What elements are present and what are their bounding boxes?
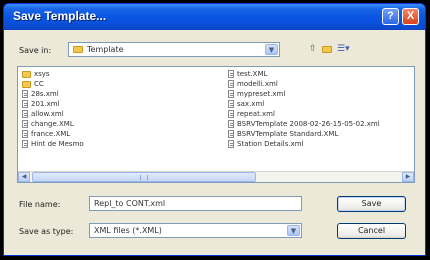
list-item[interactable]: test.XML — [228, 69, 380, 79]
chevron-down-icon[interactable]: ▼ — [265, 44, 278, 55]
xml-file-icon — [22, 110, 28, 118]
save-in-select[interactable]: Template ▼ — [68, 42, 280, 57]
list-item-label: Station Details.xml — [237, 140, 304, 148]
xml-file-icon — [22, 140, 28, 148]
save-in-label: Save in: — [19, 46, 52, 55]
save-button[interactable]: Save — [337, 196, 406, 212]
xml-file-icon — [228, 80, 234, 88]
window-title: Save Template... — [13, 9, 107, 23]
file-list-column-left: xsys CC 28s.xml 201.xml allow.xml change.XML f… — [22, 69, 84, 149]
list-item[interactable]: Station Details.xml — [228, 139, 380, 149]
file-name-input[interactable]: Repl_to CONT.xml — [89, 196, 302, 211]
list-item[interactable]: CC — [22, 79, 84, 89]
list-item[interactable]: sax.xml — [228, 99, 380, 109]
scroll-right-icon[interactable]: ▶ — [402, 172, 414, 182]
list-item-label: repeat.xml — [237, 110, 275, 118]
list-item-label: CC — [34, 80, 44, 88]
list-item[interactable]: xsys — [22, 69, 84, 79]
list-item-label: 201.xml — [31, 100, 60, 108]
list-item-label: BSRVTemplate 2008-02-26-15-05-02.xml — [237, 120, 380, 128]
list-item[interactable]: Hint de Mesmo — [22, 139, 84, 149]
xml-file-icon — [22, 130, 28, 138]
list-item-label: france.XML — [31, 130, 71, 138]
xml-file-icon — [228, 110, 234, 118]
xml-file-icon — [22, 120, 28, 128]
save-as-type-value: XML files (*.XML) — [94, 226, 162, 235]
close-button[interactable]: X — [402, 8, 419, 25]
list-item-label: BSRVTemplate Standard.XML — [237, 130, 339, 138]
save-in-value: Template — [73, 45, 124, 54]
xml-file-icon — [22, 90, 28, 98]
list-item[interactable]: france.XML — [22, 129, 84, 139]
file-name-label: File name: — [19, 200, 61, 209]
list-item[interactable]: repeat.xml — [228, 109, 380, 119]
help-button[interactable]: ? — [382, 8, 399, 25]
list-item[interactable]: 201.xml — [22, 99, 84, 109]
xml-file-icon — [22, 100, 28, 108]
file-list[interactable]: xsys CC 28s.xml 201.xml allow.xml change.XML f… — [17, 66, 415, 183]
list-item-label: sax.xml — [237, 100, 265, 108]
save-in-value-text: Template — [87, 45, 124, 54]
list-item[interactable]: change.XML — [22, 119, 84, 129]
list-item[interactable]: allow.xml — [22, 109, 84, 119]
list-item-label: Hint de Mesmo — [31, 140, 84, 148]
list-item-label: modelli.xml — [237, 80, 278, 88]
scroll-left-icon[interactable]: ◀ — [18, 172, 30, 182]
new-folder-icon[interactable] — [322, 45, 332, 55]
list-item[interactable]: modelli.xml — [228, 79, 380, 89]
folder-icon — [22, 80, 31, 88]
xml-file-icon — [228, 90, 234, 98]
list-item-label: test.XML — [237, 70, 268, 78]
horizontal-scrollbar[interactable]: ◀ ▶ — [18, 171, 414, 182]
title-bar[interactable]: Save Template... ? X — [4, 4, 425, 30]
xml-file-icon — [228, 130, 234, 138]
xml-file-icon — [228, 140, 234, 148]
file-list-column-right: test.XML modelli.xml mypreset.xml sax.xml re… — [228, 69, 380, 149]
scrollbar-thumb[interactable] — [32, 172, 256, 182]
list-item[interactable]: BSRVTemplate Standard.XML — [228, 129, 380, 139]
list-item[interactable]: mypreset.xml — [228, 89, 380, 99]
xml-file-icon — [228, 70, 234, 78]
xml-file-icon — [228, 120, 234, 128]
save-as-type-select[interactable]: XML files (*.XML) ▼ — [89, 223, 302, 238]
list-item-label: 28s.xml — [31, 90, 59, 98]
chevron-down-icon[interactable]: ▼ — [287, 225, 300, 236]
list-item-label: allow.xml — [31, 110, 64, 118]
up-folder-icon[interactable]: ⇧ — [309, 44, 317, 54]
folder-icon — [73, 46, 83, 53]
list-item[interactable]: 28s.xml — [22, 89, 84, 99]
cancel-button[interactable]: Cancel — [337, 223, 406, 239]
list-item-label: change.XML — [31, 120, 74, 128]
save-as-type-label: Save as type: — [19, 227, 74, 236]
list-item-label: mypreset.xml — [237, 90, 286, 98]
list-item[interactable]: BSRVTemplate 2008-02-26-15-05-02.xml — [228, 119, 380, 129]
list-item-label: xsys — [34, 70, 50, 78]
xml-file-icon — [228, 100, 234, 108]
save-template-dialog: Save Template... ? X Save in: Template ▼… — [3, 3, 426, 256]
folder-icon — [22, 70, 31, 78]
views-menu-icon[interactable]: ☰▾ — [337, 44, 350, 54]
